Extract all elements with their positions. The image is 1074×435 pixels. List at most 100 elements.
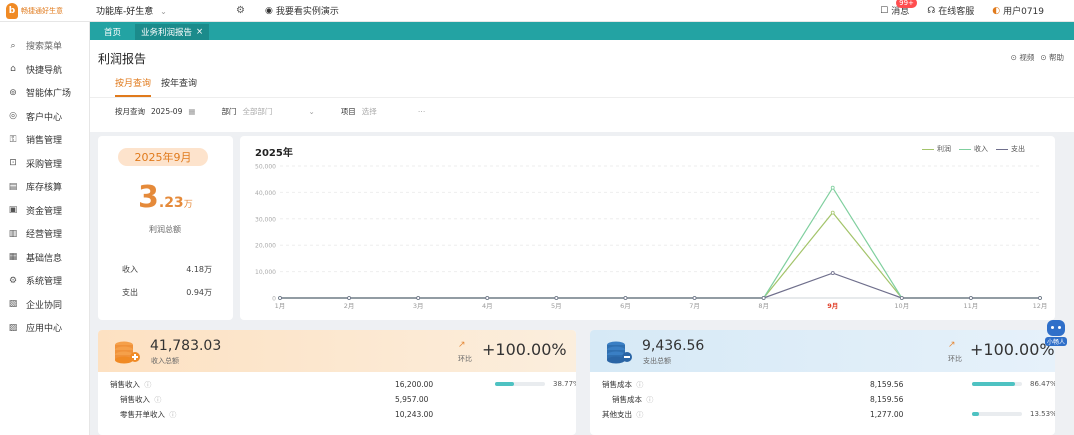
month-picker[interactable]: 2025-09 [151,107,182,116]
info-icon[interactable]: ⓘ [154,396,161,404]
series-point [347,296,351,300]
expense-compare-label: 环比 [948,355,962,363]
trend-chart-card: 0 10,000 20,000 30,000 40,000 50,000 1月 2月 3月 4月 5… [240,136,1055,320]
expense-summary-card: 9,436.56 支出总额 ↗ 环比 +100.00% 销售成本 ⓘ 8,159.… [590,330,1055,435]
row-progress-fill [972,382,1016,386]
tab-monthly-query[interactable]: 按月查询 [115,76,152,97]
summary-row: 其他支出 ⓘ 1,277.00 13.53% [602,408,1055,420]
profit-value-unit: 万 [183,200,193,210]
x-tick-label: 10月 [894,302,909,310]
income-label: 收入 [122,265,138,274]
chart-title: 2025年 [255,148,293,159]
sidebar-item-2[interactable]: ◎ 客户中心 [0,105,89,129]
x-tick-label: 2月 [344,302,355,310]
expense-total-label: 支出总额 [643,357,671,365]
series-point [1038,296,1042,300]
summary-row: 销售收入 ⓘ 5,957.00 [110,393,565,405]
profit-value-dec: .23 [158,195,184,211]
sidebar-item-7[interactable]: ▥ 经营管理 [0,222,89,246]
message-icon: ☐ [880,5,889,16]
messages-button[interactable]: ☐ 消息 99+ [880,0,917,17]
legend-item[interactable]: 支出 [996,144,1025,154]
expense-label: 支出 [122,288,138,297]
chevron-down-icon: ⌄ [160,7,167,16]
series-line [280,272,1040,299]
sidebar-item-11[interactable]: ▨ 应用中心 [0,316,89,340]
sidebar-item-5[interactable]: ▤ 库存核算 [0,175,89,199]
video-link-label: 视频 [1019,53,1035,62]
info-icon[interactable]: ⓘ [636,411,643,419]
series-point [830,271,835,275]
sidebar-item-label: 基础信息 [26,253,63,264]
video-link[interactable]: ⊙ 视频 [1011,52,1035,63]
calendar-icon[interactable]: ▦ [188,107,195,116]
sidebar-item-9[interactable]: ⚙ 系统管理 [0,269,89,293]
close-icon[interactable]: × [196,27,203,37]
sidebar-item-0[interactable]: ⌂ 快捷导航 [0,58,89,82]
info-icon[interactable]: ⓘ [144,381,151,389]
row-amount: 8,159.56 [870,394,904,404]
row-progress-fill [495,382,515,386]
row-percent: 86.47% [1030,380,1055,388]
trend-up-icon: ↗ [948,340,956,350]
eye-icon: ◉ [264,5,273,16]
sidebar-item-10[interactable]: ▧ 企业协同 [0,293,89,317]
chart-legend: 利润 收入 支出 [922,144,1025,154]
info-icon[interactable]: ⓘ [646,396,653,404]
tab-yearly-query[interactable]: 按年查询 [161,76,197,97]
project-select[interactable]: 选择 [362,106,412,117]
series-point [623,296,628,300]
legend-label: 收入 [974,145,988,153]
row-amount: 16,200.00 [395,379,434,389]
demo-link[interactable]: ◉ 我要看实例演示 [264,4,339,18]
month-pill: 2025年9月 [118,148,208,166]
sidebar-item-8[interactable]: ▦ 基础信息 [0,246,89,270]
menu-search-label: 搜索菜单 [26,42,63,53]
gear-icon[interactable]: ⚙ [236,5,245,16]
sidebar-item-6[interactable]: ▣ 资金管理 [0,199,89,223]
dept-select[interactable]: 全部部门 [242,106,302,117]
sidebar-item-label: 应用中心 [26,324,63,335]
row-amount: 10,243.00 [395,409,434,419]
series-line [280,186,1040,299]
x-tick-label: 8月 [758,302,769,310]
row-name: 零售开单收入 ⓘ [110,409,220,420]
library-selector[interactable]: 功能库-好生意 ⌄ [96,4,226,17]
y-tick-label: 50,000 [255,164,276,171]
help-link[interactable]: ⊙ 帮助 [1040,52,1064,63]
app-logo[interactable]: b 畅捷通好生意 [0,0,90,22]
sidebar-item-1[interactable]: ⊚ 智能体广场 [0,81,89,105]
user-menu[interactable]: ◐ 用户0719 [992,4,1044,18]
sidebar-item-3[interactable]: ⚿ 销售管理 [0,128,89,152]
sidebar-item-4[interactable]: ⊡ 采购管理 [0,152,89,176]
more-icon[interactable]: ⋯ [418,107,426,116]
sidebar-item-label: 客户中心 [26,112,63,123]
sidebar-item-label: 库存核算 [26,183,63,194]
income-row: 收入 4.18万 [122,264,212,275]
row-name: 其他支出 ⓘ [602,409,712,420]
tab-profit-report[interactable]: 业务利润报告 × [135,24,210,40]
legend-item[interactable]: 利润 [922,144,951,154]
info-icon[interactable]: ⓘ [636,381,643,389]
expense-row: 支出 0.94万 [122,287,212,298]
chevron-down-icon[interactable]: ⌄ [308,107,314,116]
inventory-icon: ▤ [8,181,18,192]
sidebar-item-label: 资金管理 [26,206,63,217]
tab-home[interactable]: 首页 [98,24,127,40]
legend-item[interactable]: 收入 [959,144,988,154]
collab-icon: ▧ [8,299,18,310]
online-service-button[interactable]: ☊ 在线客服 [927,4,974,18]
ai-icon: ⊚ [9,87,17,98]
series-point [830,185,835,190]
headset-icon: ☊ [927,5,936,16]
sidebar-item-label: 系统管理 [26,277,63,288]
assistant-robot[interactable]: 小畅人 [1044,320,1068,350]
menu-search[interactable]: ⌕ 搜索菜单 [0,34,89,58]
row-progress [495,382,545,386]
trend-chart[interactable]: 010,00020,00030,00040,00050,0001月 2月 3月 4月 5… [240,136,1055,320]
info-icon[interactable]: ⓘ [169,411,176,419]
apps-icon: ▨ [8,322,18,333]
x-tick-label: 3月 [413,302,424,310]
row-name-label: 销售成本 [602,379,632,389]
tab-strip: 首页 业务利润报告 × [90,22,1074,40]
